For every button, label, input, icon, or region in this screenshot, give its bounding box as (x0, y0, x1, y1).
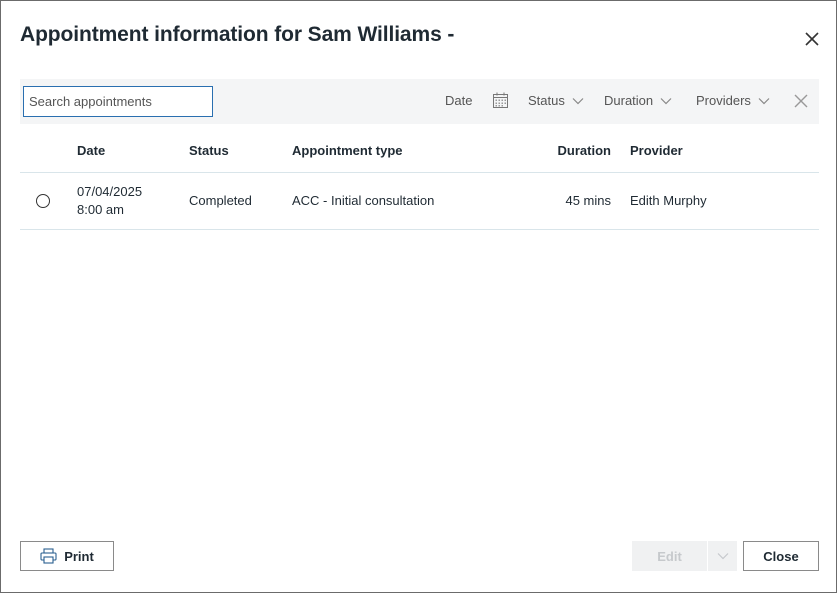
duration-cell: 45 mins (532, 172, 630, 230)
column-header-appointment-type[interactable]: Appointment type (292, 129, 532, 173)
row-select-radio[interactable] (36, 193, 50, 208)
search-input[interactable] (23, 86, 213, 117)
chevron-down-icon (660, 97, 672, 104)
filter-bar: Date Status Duration Providers (20, 79, 819, 124)
date-filter-label: Date (445, 93, 473, 108)
appointments-table: Date Status Appointment type Duration Pr… (20, 129, 819, 230)
appointment-time: 8:00 am (77, 201, 124, 217)
column-header-date[interactable]: Date (77, 129, 189, 173)
duration-filter[interactable]: Duration (604, 93, 672, 108)
appointment-type-cell: ACC - Initial consultation (292, 172, 532, 230)
provider-cell: Edith Murphy (630, 172, 819, 230)
table-header-row: Date Status Appointment type Duration Pr… (20, 129, 819, 173)
chevron-down-icon (572, 97, 584, 104)
column-header-duration[interactable]: Duration (532, 129, 630, 173)
column-header-status[interactable]: Status (189, 129, 292, 173)
select-column-header (20, 129, 77, 173)
printer-icon (40, 548, 57, 564)
column-header-provider[interactable]: Provider (630, 129, 819, 173)
close-label: Close (763, 548, 799, 564)
table-row[interactable]: 07/04/2025 8:00 am Completed ACC - Initi… (20, 172, 819, 230)
appointment-date: 07/04/2025 (77, 183, 143, 199)
edit-dropdown-toggle[interactable] (708, 552, 737, 560)
clear-filters-icon[interactable] (793, 93, 809, 109)
dialog-title: Appointment information for Sam Williams… (20, 23, 455, 46)
edit-button[interactable]: Edit (632, 541, 737, 571)
chevron-down-icon (758, 97, 770, 104)
date-cell: 07/04/2025 8:00 am (77, 172, 189, 230)
close-button[interactable]: Close (743, 541, 819, 571)
status-filter-label: Status (528, 93, 565, 108)
status-filter[interactable]: Status (528, 93, 584, 108)
providers-filter-label: Providers (696, 93, 751, 108)
status-cell: Completed (189, 172, 292, 230)
print-button[interactable]: Print (20, 541, 114, 571)
date-filter[interactable]: Date (445, 93, 472, 108)
duration-filter-label: Duration (604, 93, 654, 108)
chevron-down-icon (717, 553, 728, 560)
close-icon[interactable] (801, 28, 823, 50)
edit-label: Edit (657, 548, 682, 564)
print-label: Print (64, 548, 94, 564)
providers-filter[interactable]: Providers (696, 93, 770, 108)
appointment-dialog: Appointment information for Sam Williams… (0, 0, 837, 593)
calendar-icon[interactable] (492, 92, 509, 109)
